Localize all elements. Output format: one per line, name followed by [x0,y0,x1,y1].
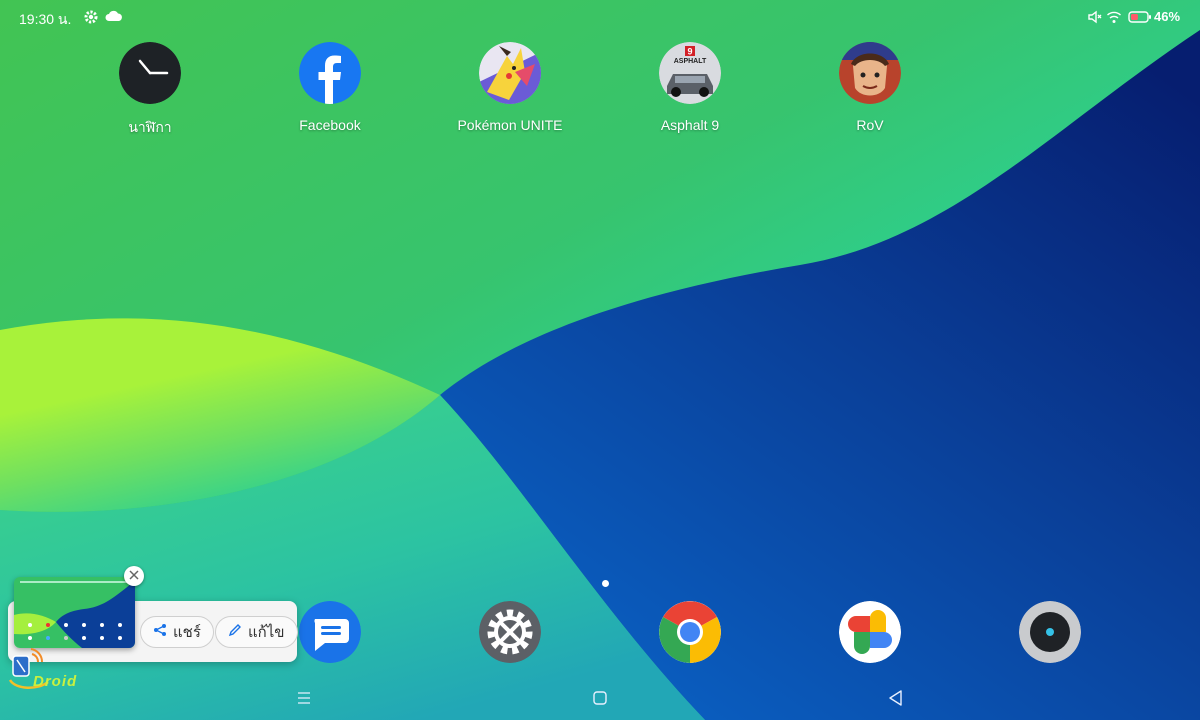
app-label-pokemon-unite: Pokémon UNITE [457,117,563,133]
clock-icon [119,42,181,104]
asphalt-wordmark: ASPHALT [674,58,707,65]
page-indicator [602,580,609,587]
back-button[interactable] [886,688,906,708]
home-button[interactable] [590,688,610,708]
rov-icon [839,42,901,104]
close-icon [129,567,139,585]
camera-icon[interactable] [1019,601,1081,663]
messages-icon[interactable] [299,601,361,663]
wifi-icon [1106,9,1122,25]
edit-label: แก้ไข [248,624,285,641]
app-label-clock: นาฬิกา [128,119,172,135]
app-label-rov: RoV [856,117,884,133]
share-label: แชร์ [173,624,201,641]
app-rov[interactable]: RoV [805,42,935,133]
asphalt-badge: 9 [687,47,692,57]
status-time: 19:30 น. [19,11,72,27]
app-pokemon-unite[interactable]: Pokémon UNITE [445,42,575,133]
edit-button[interactable]: แก้ไข [215,616,298,648]
pencil-icon [228,623,242,641]
settings-gear-icon[interactable] [479,601,541,663]
home-icon [590,691,610,712]
chrome-icon[interactable] [659,601,721,663]
share-button[interactable]: แชร์ [140,616,214,648]
facebook-icon [299,42,361,104]
app-label-asphalt-9: Asphalt 9 [660,117,720,133]
back-icon [886,690,906,712]
close-preview-button[interactable] [124,566,144,586]
menu-icon [294,692,314,712]
pokemon-unite-icon [479,42,541,104]
cloud-icon [105,9,122,25]
screenshot-thumbnail[interactable] [14,577,135,648]
mute-icon [1087,9,1103,25]
battery-percent: 46% [1154,9,1181,24]
settings-icon [83,9,99,25]
status-bar: 19:30 น. 46% [0,0,1200,34]
app-label-facebook: Facebook [299,117,361,133]
app-asphalt-9[interactable]: 9 ASPHALT Asphalt 9 [625,42,755,133]
share-icon [153,623,167,641]
asphalt-9-icon: 9 ASPHALT [659,42,721,104]
app-clock[interactable]: นาฬิกา [85,42,215,139]
google-photos-icon[interactable] [839,601,901,663]
battery-icon [1128,9,1152,25]
app-facebook[interactable]: Facebook [265,42,395,133]
menu-button[interactable] [294,688,314,708]
watermark-text: Droid [33,673,78,690]
